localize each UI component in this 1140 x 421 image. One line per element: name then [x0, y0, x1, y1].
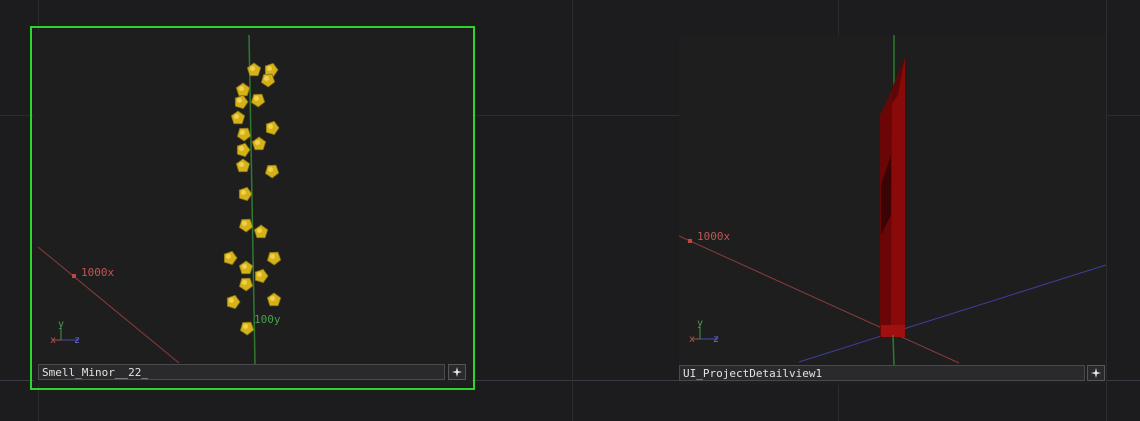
pentagon-highlight — [268, 124, 273, 129]
gizmo-z-label-2: z — [713, 334, 719, 345]
node-name-field[interactable]: Smell_Minor__22_ — [38, 364, 445, 380]
pentagon-highlight — [270, 254, 275, 259]
pentagon-highlight — [250, 66, 255, 71]
x-axis-label-2: 1000x — [697, 230, 730, 243]
z-axis-line-2 — [798, 264, 1106, 363]
pentagon-highlight — [264, 76, 269, 81]
pentagon-highlight — [237, 98, 242, 103]
pentagon-highlight — [241, 190, 246, 195]
pentagon-highlight — [242, 221, 247, 226]
plus-icon — [452, 367, 462, 377]
pentagon-instance — [223, 250, 238, 266]
pentagon-highlight — [255, 140, 260, 145]
pentagon-highlight — [267, 66, 272, 71]
node-add-button[interactable] — [448, 364, 466, 380]
node-add-button-2[interactable] — [1087, 365, 1105, 381]
pentagon-instance — [226, 294, 241, 310]
gizmo-x-label-2: x — [689, 334, 695, 345]
pentagon-instance — [238, 277, 254, 292]
pentagon-instance — [236, 127, 252, 142]
grid-line-v2 — [572, 0, 573, 421]
pentagon-highlight — [242, 280, 247, 285]
pentagon-instance — [250, 93, 266, 108]
gizmo-y-label: y — [58, 319, 64, 330]
pentagon-highlight — [257, 272, 262, 277]
x-axis-line — [37, 246, 180, 364]
pentagon-highlight — [229, 298, 234, 303]
pentagon-instance — [264, 164, 280, 179]
pentagon-highlight — [270, 296, 275, 301]
pentagon-highlight — [226, 254, 231, 259]
y-axis-label: 100y — [254, 313, 281, 326]
geometry-node-viewer-2[interactable]: 1000x y x z UI_ProjectDetailview1 — [679, 35, 1106, 385]
gizmo-z-label: z — [74, 335, 80, 346]
pentagon-instance — [254, 268, 269, 284]
gizmo-y-label-2: y — [697, 318, 703, 329]
pentagon-highlight — [240, 130, 245, 135]
geometry-node-viewer[interactable]: 1000x 100y y x z Smell_Minor__22_ — [34, 30, 472, 386]
pentagon-instance — [239, 321, 255, 336]
pentagon-instance — [236, 142, 251, 158]
pentagon-instance — [238, 186, 253, 202]
x-axis-label: 1000x — [81, 266, 114, 279]
pentagon-highlight — [239, 146, 244, 151]
x-axis-marker-2 — [688, 239, 692, 243]
x-axis-marker — [72, 274, 76, 278]
3d-viewport[interactable]: 1000x 100y y x z — [34, 30, 472, 386]
x-axis-line-2 — [679, 235, 960, 364]
pentagon-highlight — [268, 167, 273, 172]
plus-icon — [1091, 368, 1101, 378]
pentagon-instance — [260, 73, 276, 88]
pentagon-highlight — [242, 264, 247, 269]
axis-gizmo-2: y x z — [689, 318, 719, 345]
pentagon-highlight — [254, 96, 259, 101]
axis-gizmo: y x z — [50, 319, 80, 346]
node-name-field-2[interactable]: UI_ProjectDetailview1 — [679, 365, 1085, 381]
pentagon-highlight — [234, 114, 239, 119]
pentagon-highlight — [239, 86, 244, 91]
geometry-prism — [880, 57, 905, 337]
pentagon-highlight — [239, 162, 244, 167]
gizmo-x-label: x — [50, 335, 56, 346]
grid-line-v4 — [1106, 0, 1107, 421]
pentagon-instance — [266, 251, 282, 266]
pentagon-instance — [234, 94, 249, 110]
pentagon-highlight — [243, 324, 248, 329]
pentagon-highlight — [257, 228, 262, 233]
3d-viewport-2[interactable]: 1000x y x z — [679, 35, 1106, 385]
pentagon-instance — [238, 218, 254, 233]
pentagon-instance — [265, 120, 280, 136]
